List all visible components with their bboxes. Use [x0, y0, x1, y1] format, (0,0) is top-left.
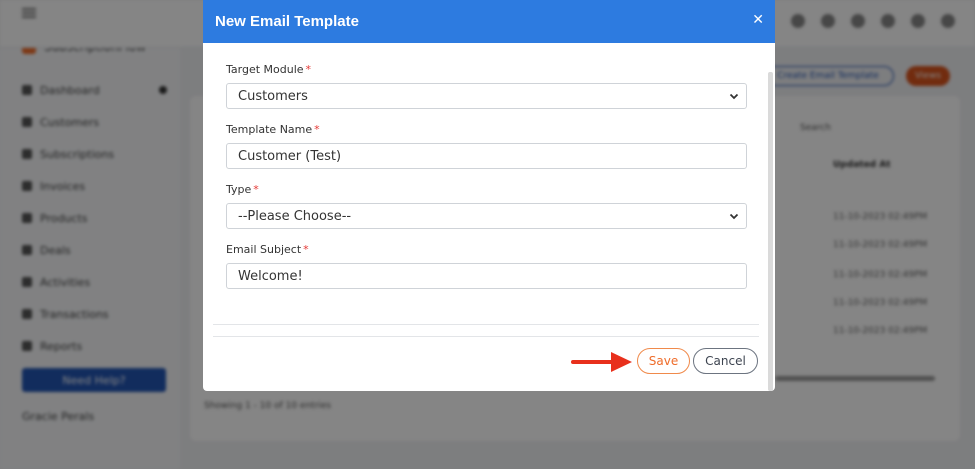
target-module-label-text: Target Module [226, 63, 304, 76]
email-subject-value: Welcome! [238, 268, 303, 284]
new-email-template-modal: New Email Template ✕ Target Module * Cust… [203, 0, 775, 391]
target-module-label: Target Module * [226, 63, 311, 76]
modal-scrollbar[interactable] [768, 72, 773, 391]
required-marker: * [253, 183, 259, 196]
required-marker: * [303, 243, 309, 256]
chevron-down-icon [729, 213, 739, 220]
template-name-input[interactable]: Customer (Test) [226, 143, 747, 169]
target-module-value: Customers [238, 88, 308, 104]
target-module-select[interactable]: Customers [226, 83, 747, 109]
template-name-value: Customer (Test) [238, 148, 342, 164]
email-subject-input[interactable]: Welcome! [226, 263, 747, 289]
red-arrow-annotation-icon [571, 352, 632, 372]
chevron-down-icon [729, 93, 739, 100]
divider [213, 324, 759, 325]
type-label-text: Type [226, 183, 252, 196]
required-marker: * [305, 63, 312, 76]
email-subject-label-text: Email Subject [226, 243, 302, 256]
modal-header: New Email Template ✕ [203, 0, 775, 43]
save-button[interactable]: Save [637, 348, 690, 374]
template-name-label: Template Name * [226, 123, 320, 136]
template-name-label-text: Template Name [226, 123, 313, 136]
type-select[interactable]: --Please Choose-- [226, 203, 747, 229]
type-label: Type * [226, 183, 259, 196]
type-value: --Please Choose-- [238, 208, 352, 224]
footer-divider [213, 336, 759, 337]
close-icon[interactable]: ✕ [752, 12, 764, 28]
email-subject-label: Email Subject * [226, 243, 309, 256]
required-marker: * [314, 123, 320, 136]
modal-title: New Email Template [215, 13, 359, 30]
cancel-button[interactable]: Cancel [693, 348, 758, 374]
